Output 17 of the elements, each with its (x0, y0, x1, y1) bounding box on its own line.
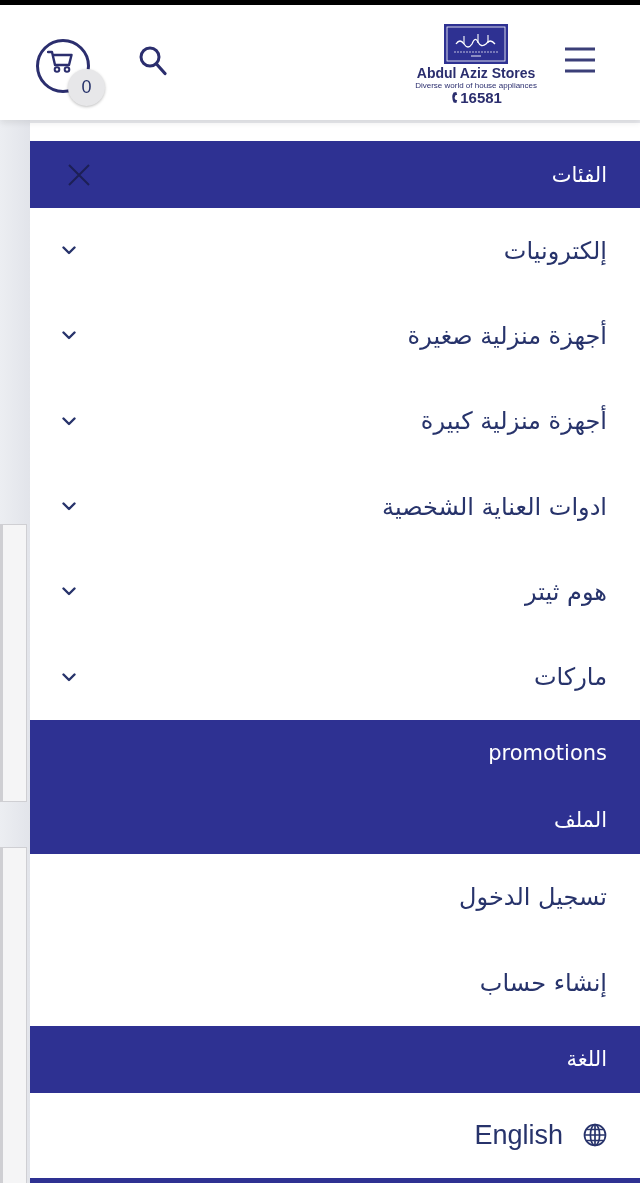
section-title: اللغة (566, 1047, 607, 1072)
menu-link[interactable]: تسجيل الدخول (459, 882, 607, 911)
globe-icon (583, 1123, 607, 1148)
cart-count-badge: 0 (68, 68, 105, 106)
brand-name: Abdul Aziz Stores (416, 64, 536, 81)
section-title: الفئات (551, 162, 607, 187)
search-icon[interactable] (139, 45, 167, 76)
phone-icon (450, 91, 460, 104)
brand-tagline: Diverse world of house appliances (415, 80, 537, 90)
section-title: promotions (488, 741, 607, 766)
language-option[interactable]: English (474, 1119, 607, 1151)
phone-number: 16581 (460, 89, 502, 106)
section-title: الملف (553, 808, 607, 833)
calligraphy-logo-icon (444, 23, 509, 64)
cart-icon (47, 50, 73, 73)
menu-link[interactable]: إنشاء حساب (479, 968, 607, 997)
menu-icon[interactable] (565, 46, 595, 73)
